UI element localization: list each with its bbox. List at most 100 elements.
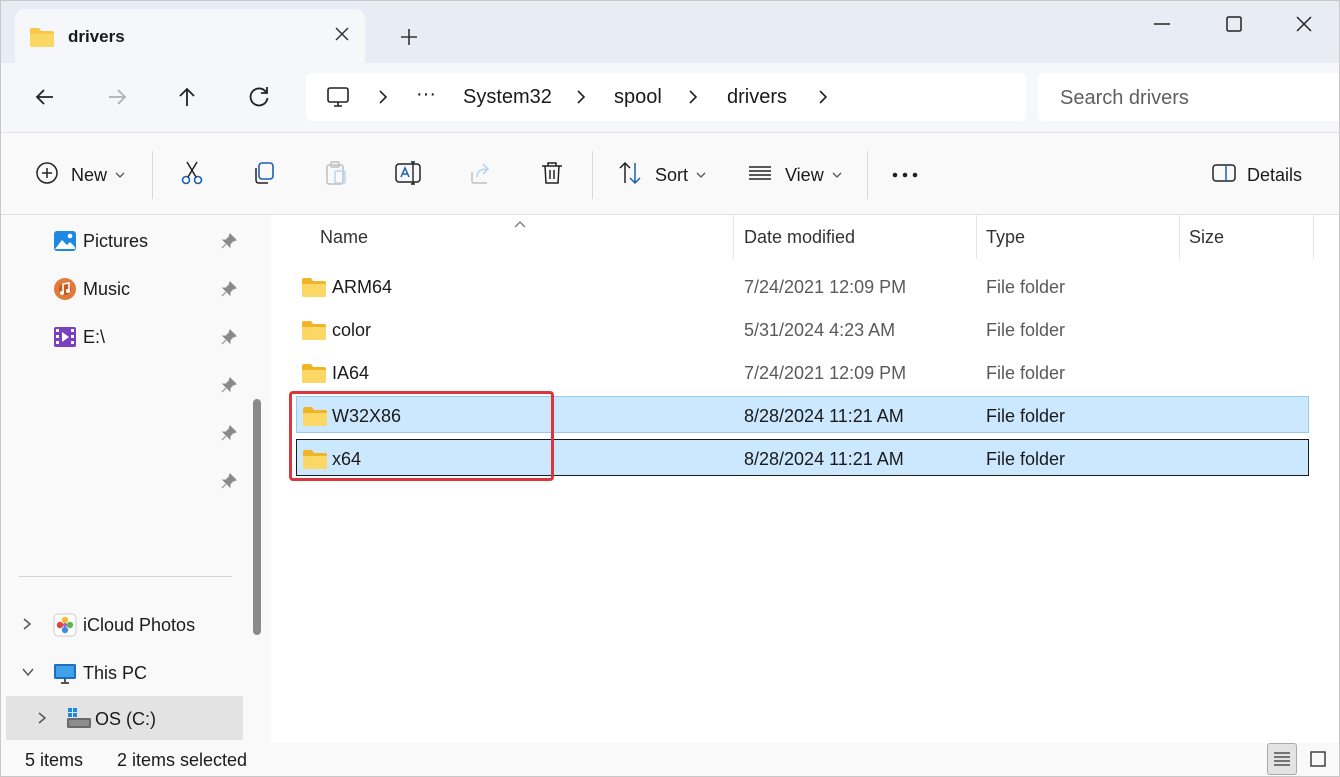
file-explorer-window: drivers ··· System32 spool drivers Searc…	[0, 0, 1340, 777]
file-type: File folder	[986, 406, 1066, 426]
breadcrumb-spool[interactable]: spool	[614, 86, 662, 109]
details-view-icon[interactable]	[1267, 743, 1297, 775]
scissors-icon	[179, 160, 205, 191]
sidebar-item-label: E:\	[83, 327, 106, 347]
sort-icon	[617, 160, 643, 191]
breadcrumb-drivers[interactable]: drivers	[727, 86, 787, 109]
up-arrow-icon[interactable]	[173, 83, 201, 111]
sort-label: Sort	[655, 164, 689, 185]
sidebar-item-label: iCloud Photos	[83, 615, 196, 635]
tab-drivers[interactable]: drivers	[15, 9, 365, 71]
more-options-button[interactable]	[891, 161, 919, 189]
rename-button[interactable]	[394, 160, 422, 191]
maximize-icon[interactable]	[1221, 11, 1247, 37]
sidebar-item-pinned[interactable]	[1, 364, 243, 404]
pin-icon[interactable]	[221, 281, 237, 302]
table-row[interactable]: IA64 7/24/2021 12:09 PM File folder	[296, 354, 1309, 391]
back-arrow-icon[interactable]	[31, 83, 59, 111]
computer-icon[interactable]	[326, 85, 350, 114]
item-count: 5 items	[25, 750, 84, 770]
sidebar-item-e-drive[interactable]: E:\	[1, 316, 243, 356]
file-date: 8/28/2024 11:21 AM	[744, 406, 904, 426]
sidebar-item-os-c[interactable]: OS (C:)	[6, 696, 243, 740]
new-tab-icon[interactable]	[397, 25, 421, 49]
icloud-photos-icon	[53, 613, 77, 637]
paste-button[interactable]	[323, 160, 349, 191]
chevron-right-icon[interactable]	[686, 89, 700, 110]
plus-circle-icon	[35, 161, 59, 190]
sidebar-item-label: Music	[83, 279, 131, 299]
table-row[interactable]: color 5/31/2024 4:23 AM File folder	[296, 311, 1309, 348]
column-separator[interactable]	[733, 215, 734, 259]
column-header-name[interactable]: Name	[320, 227, 368, 248]
tiles-view-icon[interactable]	[1303, 743, 1333, 775]
share-button[interactable]	[468, 161, 494, 189]
copy-button[interactable]	[251, 161, 277, 189]
share-icon	[468, 160, 494, 191]
file-name: color	[332, 320, 372, 340]
sidebar-item-pinned[interactable]	[1, 412, 243, 452]
column-header-date[interactable]: Date modified	[744, 227, 855, 248]
folder-icon	[29, 26, 55, 53]
cut-button[interactable]	[179, 161, 205, 189]
toolbar-divider	[867, 151, 868, 199]
refresh-icon[interactable]	[245, 83, 273, 111]
navigation-bar: ··· System32 spool drivers	[1, 63, 1339, 133]
title-bar: drivers	[1, 1, 1339, 71]
chevron-right-icon[interactable]	[574, 89, 588, 110]
column-header-size[interactable]: Size	[1189, 227, 1224, 248]
sidebar-item-music[interactable]: Music	[1, 268, 243, 308]
chevron-right-icon[interactable]	[816, 89, 830, 110]
column-separator[interactable]	[976, 215, 977, 259]
chevron-right-icon[interactable]	[36, 711, 48, 730]
pin-icon[interactable]	[221, 425, 237, 446]
view-button[interactable]: View	[747, 161, 842, 189]
rename-icon	[394, 160, 422, 191]
close-tab-icon[interactable]	[331, 26, 353, 48]
drive-icon	[66, 706, 91, 730]
address-bar[interactable]: ··· System32 spool drivers	[306, 73, 1026, 121]
search-box[interactable]	[1038, 73, 1339, 121]
chevron-down-icon[interactable]	[21, 665, 35, 683]
sidebar-item-this-pc[interactable]: This PC	[1, 652, 243, 692]
trash-icon	[539, 160, 565, 191]
selection-count: 2 items selected	[117, 750, 248, 770]
chevron-right-icon[interactable]	[21, 617, 33, 636]
details-label: Details	[1247, 164, 1303, 185]
forward-arrow-icon[interactable]	[103, 83, 131, 111]
clipboard-icon	[323, 160, 349, 191]
close-window-icon[interactable]	[1291, 11, 1317, 37]
file-name: IA64	[332, 363, 370, 383]
sidebar-item-pictures[interactable]: Pictures	[1, 220, 243, 260]
chevron-down-icon	[832, 166, 842, 184]
folder-icon	[301, 276, 327, 303]
file-list: Name Date modified Type Size ARM64 7/24/…	[271, 215, 1339, 743]
minimize-icon[interactable]	[1149, 11, 1175, 37]
status-bar: 5 items 2 items selected	[1, 743, 1339, 776]
annotation-highlight-box	[289, 391, 554, 481]
pin-icon[interactable]	[221, 329, 237, 350]
pin-icon[interactable]	[221, 473, 237, 494]
delete-button[interactable]	[539, 161, 565, 189]
file-name: ARM64	[332, 277, 393, 297]
breadcrumb-ellipsis[interactable]: ···	[416, 83, 436, 106]
column-separator[interactable]	[1179, 215, 1180, 259]
file-type: File folder	[986, 363, 1066, 383]
sidebar-item-pinned[interactable]	[1, 460, 243, 500]
chevron-right-icon[interactable]	[376, 89, 390, 110]
sidebar-scroll-thumb[interactable]	[253, 399, 261, 635]
new-button[interactable]: New	[35, 161, 125, 189]
pin-icon[interactable]	[221, 233, 237, 254]
details-pane-button[interactable]: Details	[1211, 161, 1302, 189]
column-separator[interactable]	[1313, 215, 1314, 259]
sidebar-item-icloud-photos[interactable]: iCloud Photos	[1, 604, 243, 644]
pin-icon[interactable]	[221, 377, 237, 398]
search-input[interactable]	[1060, 85, 1330, 111]
column-header-type[interactable]: Type	[986, 227, 1025, 248]
sidebar-item-label: OS (C:)	[95, 709, 156, 729]
breadcrumb-system32[interactable]: System32	[463, 86, 552, 109]
file-date: 5/31/2024 4:23 AM	[744, 320, 896, 340]
sort-button[interactable]: Sort	[617, 161, 706, 189]
more-dots-icon	[891, 166, 919, 184]
table-row[interactable]: ARM64 7/24/2021 12:09 PM File folder	[296, 268, 1309, 305]
